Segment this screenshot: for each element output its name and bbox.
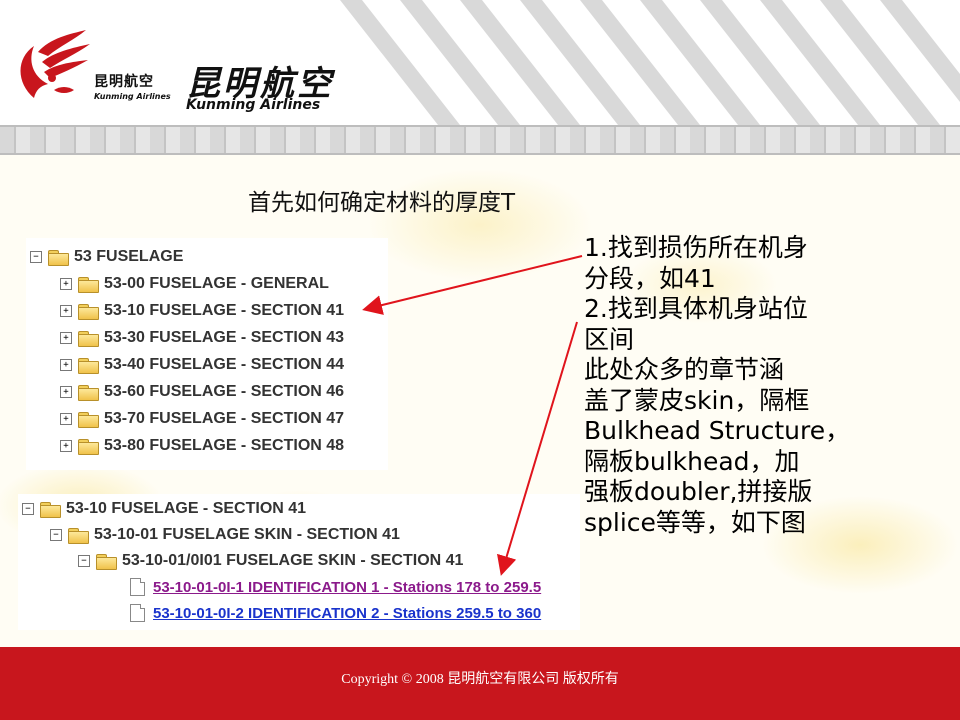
slide-footer: Copyright © 2008 昆明航空有限公司 版权所有 xyxy=(0,647,960,720)
copyright-text: Copyright © 2008 昆明航空有限公司 版权所有 xyxy=(341,672,619,687)
arrow-to-identification-links xyxy=(497,321,578,576)
arrow-to-section-41 xyxy=(362,255,583,315)
pointer-arrows xyxy=(362,255,583,576)
